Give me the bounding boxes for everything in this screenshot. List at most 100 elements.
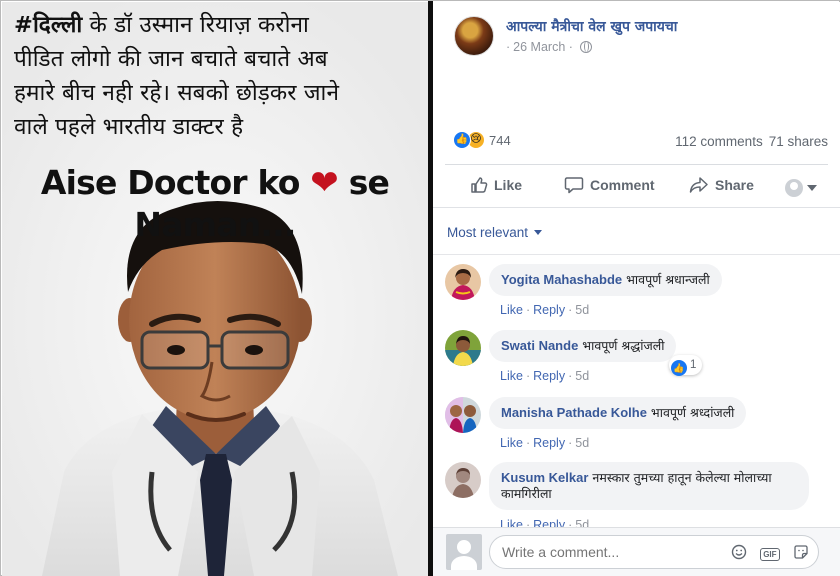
- window-frame: #दिल्ली के डॉ उस्मान रियाज़ करोना पीडित …: [0, 0, 840, 576]
- comment-button[interactable]: Comment: [564, 176, 655, 194]
- hashtag-delhi[interactable]: #दिल्ली: [14, 12, 82, 38]
- comment-like-link[interactable]: Like: [500, 436, 523, 450]
- reaction-count[interactable]: 744: [489, 133, 511, 148]
- caption-line-2: पीडित लोगो की जान बचाते बचाते अब: [14, 46, 328, 72]
- caption-line-1: के डॉ उस्मान रियाज़ करोना: [82, 12, 309, 38]
- sticker-icon[interactable]: [793, 544, 809, 565]
- like-label: Like: [494, 177, 523, 193]
- comment-actions: Like · Reply · 5d: [500, 303, 589, 317]
- page-avatar[interactable]: [454, 16, 494, 56]
- meta-dot-2: ·: [565, 40, 573, 54]
- comment-actions: Like · Reply · 5d: [500, 369, 589, 383]
- comment-item: Kusum Kelkar नमस्कार तुमच्या हातून केलेल्…: [445, 462, 835, 527]
- comment-like-link[interactable]: Like: [500, 303, 523, 317]
- like-reaction-icon[interactable]: 👍: [453, 131, 471, 149]
- sep-dot: ·: [568, 518, 573, 527]
- comments-shares-summary: 112 comments 71 shares: [675, 134, 828, 149]
- comment-actions: Like · Reply · 5d: [500, 436, 589, 450]
- comment-composer: GIF: [433, 527, 840, 576]
- comment-text: भावपूर्ण श्रद्धांजली: [582, 338, 665, 353]
- comment-like-link[interactable]: Like: [500, 369, 523, 383]
- page-name-link[interactable]: आपल्या मैत्रीचा वेल खुप जपायचा: [506, 17, 677, 36]
- avatar-kusum-image: [445, 462, 481, 498]
- comment-age[interactable]: 5d: [575, 303, 589, 317]
- comment-sort-dropdown[interactable]: Most relevant: [447, 225, 543, 240]
- comments-section: Most relevant Yogita Mahashabde भावपूर्ण …: [433, 207, 840, 527]
- profile-avatar-icon: [785, 179, 803, 198]
- comment-reply-link[interactable]: Reply: [533, 436, 565, 450]
- share-button[interactable]: Share: [689, 176, 754, 194]
- sort-label: Most relevant: [447, 225, 529, 240]
- english-line1-a: Aise Doctor ko: [40, 163, 311, 202]
- comment-bubble: Swati Nande भावपूर्ण श्रद्धांजली: [489, 330, 677, 362]
- globe-icon[interactable]: [579, 41, 592, 53]
- comment-reaction-badge[interactable]: 👍 1: [669, 355, 703, 376]
- avatar-swati-image: [445, 330, 481, 366]
- comments-divider: [433, 254, 840, 255]
- heart-icon: ❤: [310, 163, 338, 203]
- comment-reply-link[interactable]: Reply: [533, 518, 565, 527]
- post-header: आपल्या मैत्रीचा वेल खुप जपायचा · 26 March…: [433, 2, 840, 72]
- avatar: [446, 534, 482, 570]
- comment-bubble: Kusum Kelkar नमस्कार तुमच्या हातून केलेल्…: [489, 462, 809, 510]
- comment-age[interactable]: 5d: [575, 436, 589, 450]
- gif-icon[interactable]: GIF: [760, 548, 780, 561]
- comment-bubble: Manisha Pathade Kolhe भावपूर्ण श्रध्दांजल…: [489, 397, 747, 429]
- english-line1-b: se: [338, 163, 390, 202]
- share-label: Share: [715, 177, 754, 193]
- comment-item: Yogita Mahashabde भावपूर्ण श्रधान्जली Lik…: [445, 264, 835, 317]
- post-meta: · 26 March ·: [506, 40, 592, 54]
- avatar[interactable]: [445, 330, 481, 366]
- like-reaction-icon: 👍: [671, 360, 687, 376]
- comment-author-link[interactable]: Kusum Kelkar: [501, 470, 588, 485]
- sep-dot: ·: [568, 369, 573, 383]
- hindi-caption: #दिल्ली के डॉ उस्मान रियाज़ करोना पीडित …: [14, 8, 419, 144]
- sep-dot: ·: [525, 518, 531, 527]
- comment-text: भावपूर्ण श्रध्दांजली: [650, 405, 735, 420]
- sep-dot: ·: [525, 303, 531, 317]
- comment-age[interactable]: 5d: [575, 518, 589, 527]
- avatar-manisha-image: [445, 397, 481, 433]
- reactions-summary: 👍 😢 744 112 comments 71 shares: [433, 128, 840, 154]
- comment-actions: Like · Reply · 5d: [500, 518, 589, 527]
- like-button[interactable]: Like: [470, 176, 522, 194]
- comment-reaction-count: 1: [690, 359, 697, 371]
- comment-reply-link[interactable]: Reply: [533, 369, 565, 383]
- english-caption: Aise Doctor ko ❤ se Naman...: [2, 162, 428, 246]
- comment-icon: [564, 177, 584, 194]
- sep-dot: ·: [568, 436, 573, 450]
- comment-text: भावपूर्ण श्रधान्जली: [626, 272, 710, 287]
- comment-author-link[interactable]: Manisha Pathade Kolhe: [501, 405, 647, 420]
- comment-age[interactable]: 5d: [575, 369, 589, 383]
- comment-item: Manisha Pathade Kolhe भावपूर्ण श्रध्दांजल…: [445, 397, 835, 450]
- post-sidebar: आपल्या मैत्रीचा वेल खुप जपायचा · 26 March…: [433, 2, 840, 576]
- caption-line-4: वाले पहले भारतीय डाक्टर है: [14, 114, 244, 140]
- comment-author-link[interactable]: Swati Nande: [501, 338, 578, 353]
- panel-scrollbar[interactable]: [835, 6, 839, 520]
- sep-dot: ·: [568, 303, 573, 317]
- composer-icons: GIF: [722, 544, 809, 565]
- comment-author-link[interactable]: Yogita Mahashabde: [501, 272, 622, 287]
- thumbs-up-icon: [471, 177, 488, 193]
- comment-like-link[interactable]: Like: [500, 518, 523, 527]
- avatar[interactable]: [445, 462, 481, 498]
- avatar[interactable]: [445, 397, 481, 433]
- sep-dot: ·: [525, 436, 531, 450]
- share-icon: [689, 177, 708, 193]
- comment-label: Comment: [590, 177, 655, 193]
- post-date[interactable]: 26 March: [513, 40, 565, 54]
- comments-count-link[interactable]: 112 comments: [675, 134, 763, 149]
- emoji-icon[interactable]: [731, 544, 747, 565]
- chevron-down-icon: [534, 230, 543, 235]
- meta-dot: ·: [506, 40, 511, 54]
- chevron-down-icon: [807, 185, 817, 192]
- shares-count-link[interactable]: 71 shares: [769, 134, 828, 149]
- comment-reply-link[interactable]: Reply: [533, 303, 565, 317]
- comment-item: Swati Nande भावपूर्ण श्रद्धांजली 👍 1 Like ·…: [445, 330, 835, 383]
- avatar[interactable]: [445, 264, 481, 300]
- english-line2: Naman...: [134, 205, 296, 244]
- sep-dot: ·: [525, 369, 531, 383]
- comment-bubble: Yogita Mahashabde भावपूर्ण श्रधान्जली: [489, 264, 722, 296]
- post-as-selector[interactable]: [785, 179, 817, 198]
- post-photo[interactable]: #दिल्ली के डॉ उस्मान रियाज़ करोना पीडित …: [2, 2, 428, 576]
